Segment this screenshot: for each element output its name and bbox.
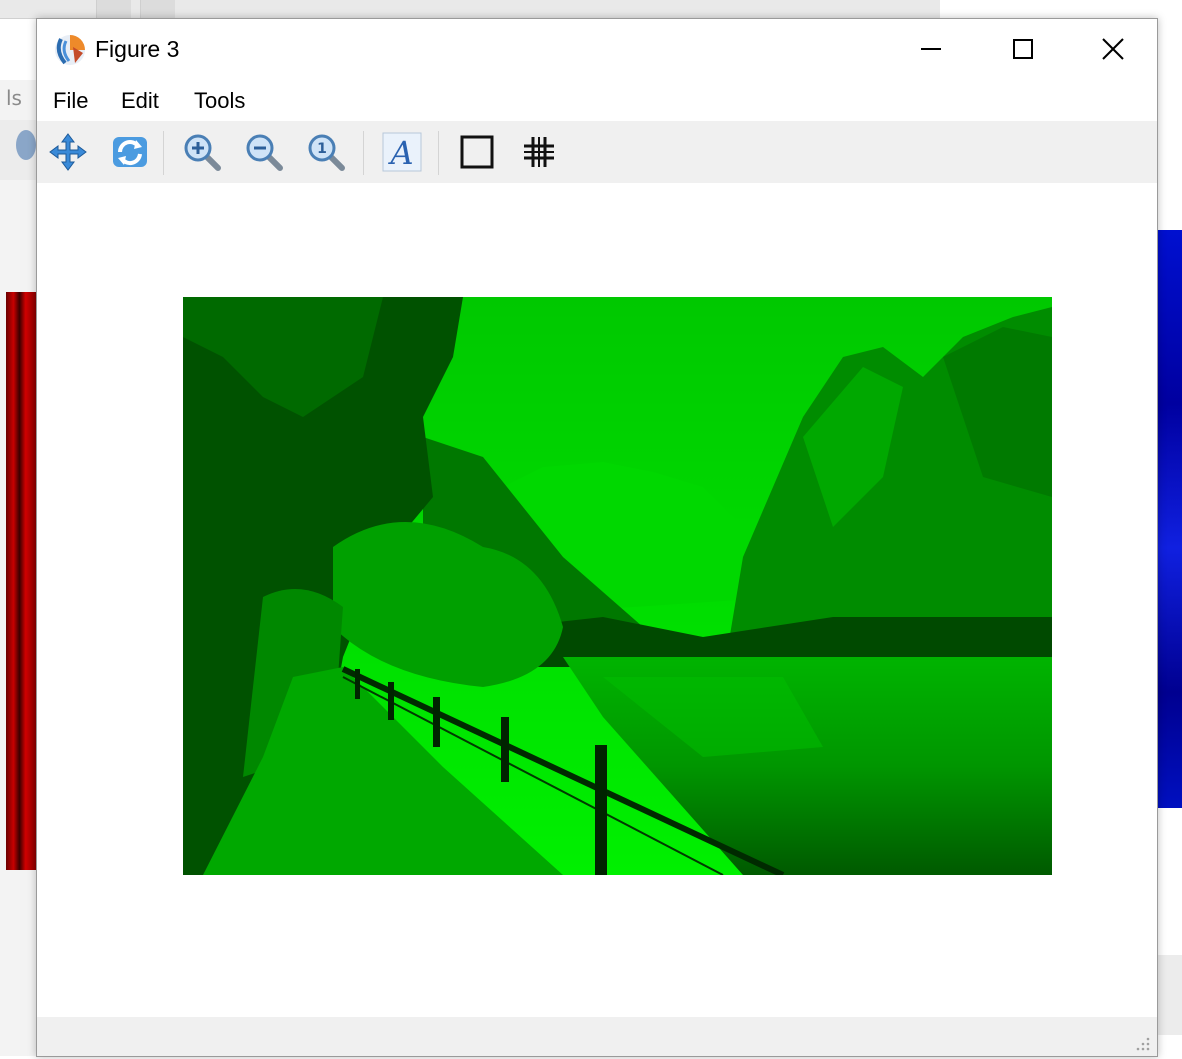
insert-text-icon: A — [382, 132, 422, 172]
reset-view-icon — [113, 137, 147, 167]
blue-channel-image-partial — [1158, 230, 1182, 808]
maximize-icon — [1013, 39, 1033, 59]
navigation-toolbar: 1 A — [37, 121, 1157, 183]
grid-button[interactable] — [516, 129, 562, 175]
landscape-photo — [183, 297, 1052, 875]
toolbar-separator — [163, 131, 164, 175]
green-channel-image — [183, 297, 1052, 875]
menu-bar: File Edit Tools — [37, 85, 1157, 121]
figure-window: Figure 3 File Edit Tools 1 A — [36, 18, 1158, 1057]
svg-text:1: 1 — [317, 141, 327, 157]
background-window-right — [1158, 955, 1182, 1035]
figure-canvas[interactable] — [37, 183, 1157, 1015]
toolbar-separator — [438, 131, 439, 175]
svg-text:A: A — [387, 134, 413, 172]
red-channel-image-partial — [6, 292, 36, 870]
zoom-in-button[interactable] — [179, 129, 225, 175]
maximize-button[interactable] — [977, 19, 1069, 79]
menu-edit[interactable]: Edit — [121, 88, 159, 114]
title-bar[interactable]: Figure 3 — [37, 19, 1157, 81]
background-segment — [96, 0, 131, 18]
close-icon — [1102, 38, 1124, 60]
background-window-titlebar — [0, 0, 940, 19]
background-window-menu-text: ls — [6, 86, 22, 110]
close-button[interactable] — [1067, 19, 1159, 79]
minimize-icon — [921, 48, 941, 50]
zoom-actual-icon: 1 — [308, 134, 345, 171]
window-title: Figure 3 — [95, 36, 180, 62]
pan-button[interactable] — [45, 129, 91, 175]
grid-icon — [524, 137, 554, 167]
matplotlib-app-icon — [55, 35, 85, 65]
insert-text-button[interactable]: A — [379, 129, 425, 175]
rectangle-icon — [460, 135, 494, 169]
rectangle-button[interactable] — [454, 129, 500, 175]
zoom-actual-size-button[interactable]: 1 — [303, 129, 349, 175]
toolbar-separator — [363, 131, 364, 175]
zoom-out-icon — [246, 134, 283, 171]
background-segment — [140, 0, 175, 18]
background-tool-icon — [16, 130, 36, 160]
pan-icon — [49, 133, 87, 171]
status-bar — [37, 1017, 1157, 1056]
reset-view-button[interactable] — [107, 129, 153, 175]
menu-tools[interactable]: Tools — [194, 88, 245, 114]
minimize-button[interactable] — [885, 19, 977, 79]
resize-grip-icon[interactable] — [1133, 1034, 1151, 1052]
zoom-in-icon — [184, 134, 221, 171]
menu-file[interactable]: File — [53, 88, 88, 114]
zoom-out-button[interactable] — [241, 129, 287, 175]
